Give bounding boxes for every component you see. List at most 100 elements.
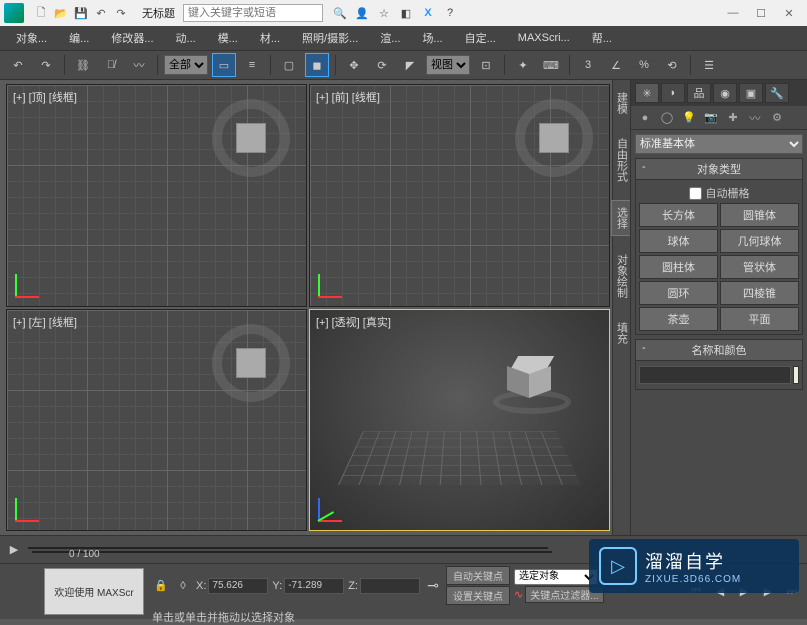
snap-toggle-3[interactable]: 3 xyxy=(576,53,600,77)
color-swatch[interactable] xyxy=(793,366,799,384)
plane-button[interactable]: 平面 xyxy=(720,307,799,331)
selection-filter[interactable]: 全部 xyxy=(164,55,208,75)
menu-model[interactable]: 模... xyxy=(208,27,248,49)
maxscript-listener[interactable]: 欢迎使用 MAXScr xyxy=(44,568,144,615)
search-input[interactable] xyxy=(183,4,323,22)
menu-render[interactable]: 渲... xyxy=(370,27,410,49)
minimize-button[interactable]: — xyxy=(719,3,747,23)
undo-icon[interactable]: ↶ xyxy=(92,4,110,22)
viewport-top[interactable]: [+] [顶] [线框] xyxy=(6,84,307,307)
viewport-left[interactable]: [+] [左] [线框] xyxy=(6,309,307,532)
menu-help[interactable]: 帮... xyxy=(582,27,622,49)
menu-animate[interactable]: 动... xyxy=(166,27,206,49)
cameras-icon[interactable]: 📷 xyxy=(701,109,721,127)
link-tool[interactable]: ⛓ xyxy=(71,53,95,77)
pivot-tool[interactable]: ⊡ xyxy=(474,53,498,77)
menu-edit[interactable]: 编... xyxy=(59,27,99,49)
viewport-label[interactable]: [+] [顶] [线框] xyxy=(13,89,77,105)
menu-modifiers[interactable]: 修改器... xyxy=(101,27,163,49)
rollout-header[interactable]: 对象类型 xyxy=(636,159,802,180)
rotate-tool[interactable]: ⟳ xyxy=(370,53,394,77)
rollout-header[interactable]: 名称和颜色 xyxy=(636,340,802,361)
help-icon[interactable]: ? xyxy=(441,4,459,22)
save-icon[interactable]: 💾 xyxy=(72,4,90,22)
viewcube[interactable] xyxy=(529,113,579,163)
rect-region-tool[interactable]: ▢ xyxy=(277,53,301,77)
timeline-scrollbar[interactable] xyxy=(32,551,552,553)
z-coord-input[interactable] xyxy=(360,578,420,594)
lock-icon[interactable]: 🔒 xyxy=(152,577,170,595)
ribbon-tab-modeling[interactable]: 建模 xyxy=(612,86,632,120)
move-tool[interactable]: ✥ xyxy=(342,53,366,77)
binoculars-icon[interactable]: 🔍 xyxy=(331,4,349,22)
manipulate-tool[interactable]: ✦ xyxy=(511,53,535,77)
geometry-icon[interactable]: ● xyxy=(635,109,655,127)
user-icon[interactable]: 👤 xyxy=(353,4,371,22)
maximize-button[interactable]: ☐ xyxy=(747,3,775,23)
viewcube[interactable] xyxy=(226,113,276,163)
star-icon[interactable]: ☆ xyxy=(375,4,393,22)
window-crossing-tool[interactable]: ◼ xyxy=(305,53,329,77)
utilities-tab[interactable]: 🔧 xyxy=(765,83,789,103)
motion-tab[interactable]: ◉ xyxy=(713,83,737,103)
auto-key-button[interactable]: 自动关键点 xyxy=(446,566,510,585)
systems-icon[interactable]: ⚙ xyxy=(767,109,787,127)
viewcube[interactable] xyxy=(509,356,553,396)
cone-button[interactable]: 圆锥体 xyxy=(720,203,799,227)
viewcube[interactable] xyxy=(226,338,276,388)
menu-customize[interactable]: 自定... xyxy=(455,27,506,49)
box-button[interactable]: 长方体 xyxy=(639,203,718,227)
key-icon[interactable]: ⊸ xyxy=(424,577,442,595)
viewport-label[interactable]: [+] [透视] [真实] xyxy=(316,314,391,330)
redo-tool[interactable]: ↷ xyxy=(34,53,58,77)
edit-named-tool[interactable]: ☰ xyxy=(697,53,721,77)
menu-lighting[interactable]: 照明/摄影... xyxy=(292,27,368,49)
menu-maxscript[interactable]: MAXScri... xyxy=(508,29,580,47)
lights-icon[interactable]: 💡 xyxy=(679,109,699,127)
percent-snap-tool[interactable]: % xyxy=(632,53,656,77)
timeline-play-icon[interactable]: ▶ xyxy=(6,542,22,558)
keyboard-shortcut-tool[interactable]: ⌨ xyxy=(539,53,563,77)
menu-material[interactable]: 材... xyxy=(250,27,290,49)
angle-snap-tool[interactable]: ∠ xyxy=(604,53,628,77)
ribbon-tab-paint[interactable]: 对象绘制 xyxy=(612,248,632,304)
menu-scene[interactable]: 场... xyxy=(412,27,452,49)
viewport-label[interactable]: [+] [左] [线框] xyxy=(13,314,77,330)
x-coord-input[interactable] xyxy=(208,578,268,594)
cube-icon[interactable]: ◧ xyxy=(397,4,415,22)
geosphere-button[interactable]: 几何球体 xyxy=(720,229,799,253)
menu-object[interactable]: 对象... xyxy=(6,27,57,49)
sphere-button[interactable]: 球体 xyxy=(639,229,718,253)
spinner-snap-tool[interactable]: ⟲ xyxy=(660,53,684,77)
ref-coord-dropdown[interactable]: 视图 xyxy=(426,55,470,75)
space-warps-icon[interactable]: 〰 xyxy=(745,109,765,127)
ribbon-tab-populate[interactable]: 填充 xyxy=(612,316,632,350)
close-button[interactable]: ✕ xyxy=(775,3,803,23)
select-tool[interactable]: ▭ xyxy=(212,53,236,77)
unlink-tool[interactable]: ⛓̸ xyxy=(99,53,123,77)
key-filter-icon[interactable]: ∿ xyxy=(514,588,523,601)
set-key-button[interactable]: 设置关键点 xyxy=(446,586,510,605)
pyramid-button[interactable]: 四棱锥 xyxy=(720,281,799,305)
ribbon-tab-freeform[interactable]: 自由形式 xyxy=(612,132,632,188)
scale-tool[interactable]: ◤ xyxy=(398,53,422,77)
time-slider[interactable]: 0 / 100 xyxy=(28,547,548,549)
y-coord-input[interactable] xyxy=(284,578,344,594)
modify-tab[interactable]: ◗ xyxy=(661,83,685,103)
undo-tool[interactable]: ↶ xyxy=(6,53,30,77)
torus-button[interactable]: 圆环 xyxy=(639,281,718,305)
x-icon[interactable]: X xyxy=(419,4,437,22)
key-target-dropdown[interactable]: 选定对象 xyxy=(514,569,598,585)
bind-space-warp-tool[interactable]: 〰 xyxy=(127,53,151,77)
category-dropdown[interactable]: 标准基本体 xyxy=(635,134,803,154)
hierarchy-tab[interactable]: 品 xyxy=(687,83,711,103)
selection-icon[interactable]: ◊ xyxy=(174,577,192,595)
create-tab[interactable]: ✳ xyxy=(635,83,659,103)
redo-icon[interactable]: ↷ xyxy=(112,4,130,22)
cylinder-button[interactable]: 圆柱体 xyxy=(639,255,718,279)
helpers-icon[interactable]: ✚ xyxy=(723,109,743,127)
tube-button[interactable]: 管状体 xyxy=(720,255,799,279)
viewport-perspective[interactable]: [+] [透视] [真实] xyxy=(309,309,610,532)
shapes-icon[interactable]: ◯ xyxy=(657,109,677,127)
auto-grid-checkbox[interactable] xyxy=(689,187,702,200)
